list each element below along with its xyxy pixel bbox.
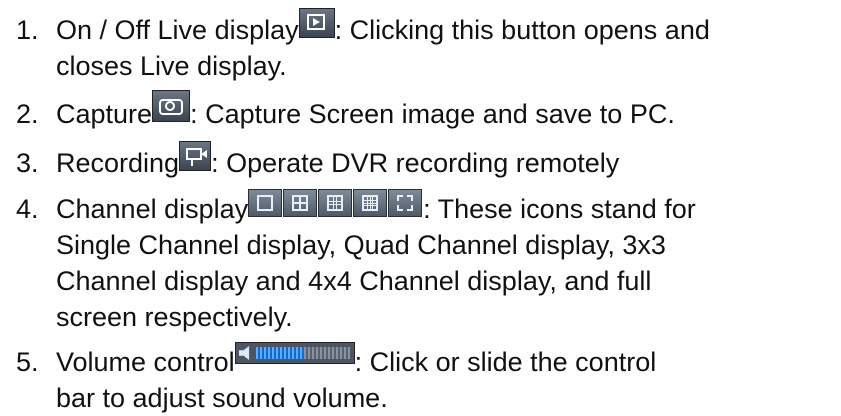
item-label: Volume control (56, 347, 235, 377)
camera-icon (152, 90, 191, 122)
single-channel-icon (248, 189, 283, 217)
4x4-channel-icon (353, 189, 388, 217)
item-description: : Clicking this button opens and (334, 15, 710, 45)
full-screen-icon (388, 189, 423, 217)
recording-icon (179, 141, 212, 171)
item-number: 3. (16, 148, 39, 178)
item-description: : Click or slide the control (354, 347, 657, 377)
item-continuation: Channel display and 4x4 Channel display,… (56, 266, 652, 296)
item-description: : Operate DVR recording remotely (211, 148, 620, 178)
volume-level-fill (255, 347, 303, 359)
instruction-list: 1. On / Off Live display : Clicking this … (0, 0, 841, 416)
item-description: : Capture Screen image and save to PC. (190, 99, 675, 129)
item-label: Capture (56, 99, 153, 129)
item-continuation: bar to adjust sound volume. (56, 383, 388, 413)
item-number: 5. (16, 347, 39, 377)
live-display-icon (298, 8, 335, 38)
item-continuation: Single Channel display, Quad Channel dis… (56, 230, 666, 260)
item-number: 1. (16, 15, 39, 45)
item-label: Recording (56, 148, 180, 178)
item-description: : These icons stand for (423, 194, 696, 224)
item-label: Channel display (56, 194, 249, 224)
quad-channel-icon (283, 189, 318, 217)
item-continuation: closes Live display. (56, 51, 287, 81)
channel-icons (248, 189, 423, 226)
item-number: 4. (16, 194, 39, 224)
item-number: 2. (16, 99, 39, 129)
3x3-channel-icon (318, 189, 353, 217)
item-label: On / Off Live display (56, 15, 299, 45)
item-continuation: screen respectively. (56, 302, 293, 332)
volume-control-bar (234, 342, 355, 364)
volume-icon (238, 346, 250, 360)
